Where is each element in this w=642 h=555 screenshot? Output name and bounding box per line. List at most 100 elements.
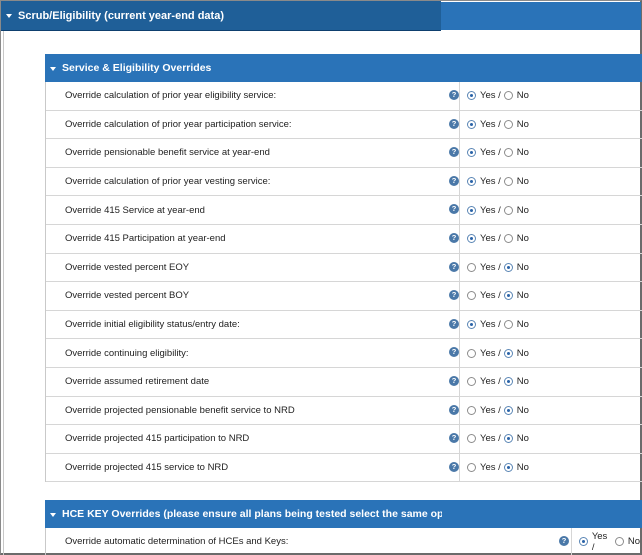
help-icon[interactable]: ?: [449, 204, 459, 215]
help-icon[interactable]: ?: [559, 536, 569, 546]
yes-no-choice: Yes / No: [467, 111, 532, 139]
caret-down-icon[interactable]: [6, 14, 12, 18]
no-radio[interactable]: [503, 463, 513, 473]
help-icon[interactable]: ?: [449, 347, 459, 358]
no-label: No: [516, 462, 529, 474]
yes-no-choice: Yes / No: [467, 425, 532, 453]
no-radio[interactable]: [503, 405, 513, 415]
override-label: Override projected pensionable benefit s…: [65, 404, 295, 416]
override-label: Override projected 415 participation to …: [65, 433, 250, 445]
help-icon[interactable]: ?: [449, 90, 459, 100]
help-icon[interactable]: ?: [449, 433, 459, 444]
panel-left-border: [3, 31, 4, 555]
help-icon[interactable]: ?: [449, 404, 459, 415]
override-label: Override assumed retirement date: [65, 376, 210, 388]
yes-radio[interactable]: [467, 405, 476, 415]
no-label: No: [516, 433, 529, 445]
column-divider: [459, 224, 460, 253]
column-divider: [459, 196, 460, 224]
override-row: Override calculation of prior year vesti…: [46, 167, 642, 197]
yes-radio[interactable]: [467, 291, 476, 301]
section-header-extension: [442, 54, 642, 82]
service-eligibility-overrides-section: Service & Eligibility Overrides Override…: [45, 54, 642, 483]
yes-radio[interactable]: [579, 537, 588, 547]
help-icon[interactable]: ?: [449, 261, 459, 272]
no-label: No: [516, 118, 529, 130]
column-divider: [459, 425, 460, 453]
help-icon[interactable]: ?: [449, 175, 459, 186]
yes-label: Yes /: [480, 404, 501, 416]
yes-radio[interactable]: [467, 377, 476, 387]
yes-label: Yes /: [591, 530, 608, 553]
no-radio[interactable]: [503, 234, 513, 244]
help-icon[interactable]: ?: [449, 232, 459, 243]
yes-label: Yes /: [480, 233, 501, 245]
no-label: No: [516, 404, 529, 416]
yes-radio[interactable]: [467, 205, 476, 215]
no-radio[interactable]: [503, 119, 513, 129]
column-divider: [459, 110, 460, 139]
yes-radio[interactable]: [467, 320, 476, 330]
yes-radio[interactable]: [467, 119, 476, 129]
hce-key-overrides-section: HCE KEY Overrides (please ensure all pla…: [45, 500, 642, 555]
no-radio[interactable]: [503, 262, 513, 272]
override-label: Override calculation of prior year parti…: [65, 118, 292, 130]
override-rows: Override calculation of prior year eligi…: [45, 82, 642, 483]
help-icon[interactable]: ?: [449, 290, 459, 301]
yes-radio[interactable]: [467, 234, 476, 244]
override-label: Override projected 415 service to NRD: [65, 462, 229, 474]
yes-no-choice: Yes / No: [467, 397, 532, 425]
yes-radio[interactable]: [467, 348, 476, 358]
no-label: No: [516, 176, 529, 188]
no-radio[interactable]: [503, 177, 513, 187]
hce-key-overrides-header[interactable]: HCE KEY Overrides (please ensure all pla…: [45, 500, 642, 528]
service-eligibility-overrides-header[interactable]: Service & Eligibility Overrides: [45, 54, 642, 82]
no-radio[interactable]: [503, 320, 513, 330]
no-radio[interactable]: [503, 348, 513, 358]
yes-radio[interactable]: [467, 463, 476, 473]
column-divider: [459, 253, 460, 282]
override-label: Override 415 Service at year-end: [65, 204, 205, 216]
no-radio[interactable]: [615, 537, 624, 547]
help-icon[interactable]: ?: [449, 318, 459, 329]
section-title: Service & Eligibility Overrides: [62, 62, 212, 74]
caret-down-icon[interactable]: [50, 66, 56, 71]
column-divider: [459, 139, 460, 167]
yes-radio[interactable]: [467, 262, 476, 272]
no-label: No: [516, 347, 529, 359]
override-row: Override assumed retirement date? Yes / No: [46, 367, 642, 397]
yes-no-choice: Yes / No: [467, 454, 532, 482]
override-row: Override continuing eligibility:? Yes / No: [46, 339, 642, 368]
no-radio[interactable]: [503, 291, 513, 301]
help-icon[interactable]: ?: [449, 461, 459, 472]
yes-label: Yes /: [480, 204, 501, 216]
no-radio[interactable]: [503, 377, 513, 387]
override-label: Override initial eligibility status/entr…: [65, 319, 240, 331]
help-icon[interactable]: ?: [449, 118, 459, 129]
yes-no-choice: Yes / No: [467, 82, 532, 110]
window-frame: Scrub/Eligibility (current year-end data…: [0, 0, 642, 555]
help-icon[interactable]: ?: [449, 375, 459, 386]
no-radio[interactable]: [503, 148, 513, 158]
yes-no-choice: Yes / No: [467, 139, 532, 167]
override-row: Override initial eligibility status/entr…: [46, 310, 642, 340]
no-label: No: [516, 290, 529, 302]
yes-radio[interactable]: [467, 91, 476, 101]
override-row: Override pensionable benefit service at …: [46, 139, 642, 168]
no-radio[interactable]: [503, 434, 513, 444]
no-radio[interactable]: [503, 205, 513, 215]
column-divider: [571, 528, 572, 555]
yes-radio[interactable]: [467, 148, 476, 158]
section-title: HCE KEY Overrides (please ensure all pla…: [62, 508, 473, 520]
scrub-eligibility-header[interactable]: Scrub/Eligibility (current year-end data…: [1, 1, 441, 31]
yes-label: Yes /: [480, 118, 501, 130]
caret-down-icon[interactable]: [50, 512, 56, 517]
help-icon[interactable]: ?: [449, 147, 459, 158]
override-row: Override 415 Service at year-end? Yes / No: [46, 196, 642, 225]
yes-label: Yes /: [480, 376, 501, 388]
yes-no-choice: Yes / No: [467, 254, 532, 282]
column-divider: [459, 82, 460, 110]
yes-radio[interactable]: [467, 177, 476, 187]
yes-radio[interactable]: [467, 434, 476, 444]
no-radio[interactable]: [503, 91, 513, 101]
